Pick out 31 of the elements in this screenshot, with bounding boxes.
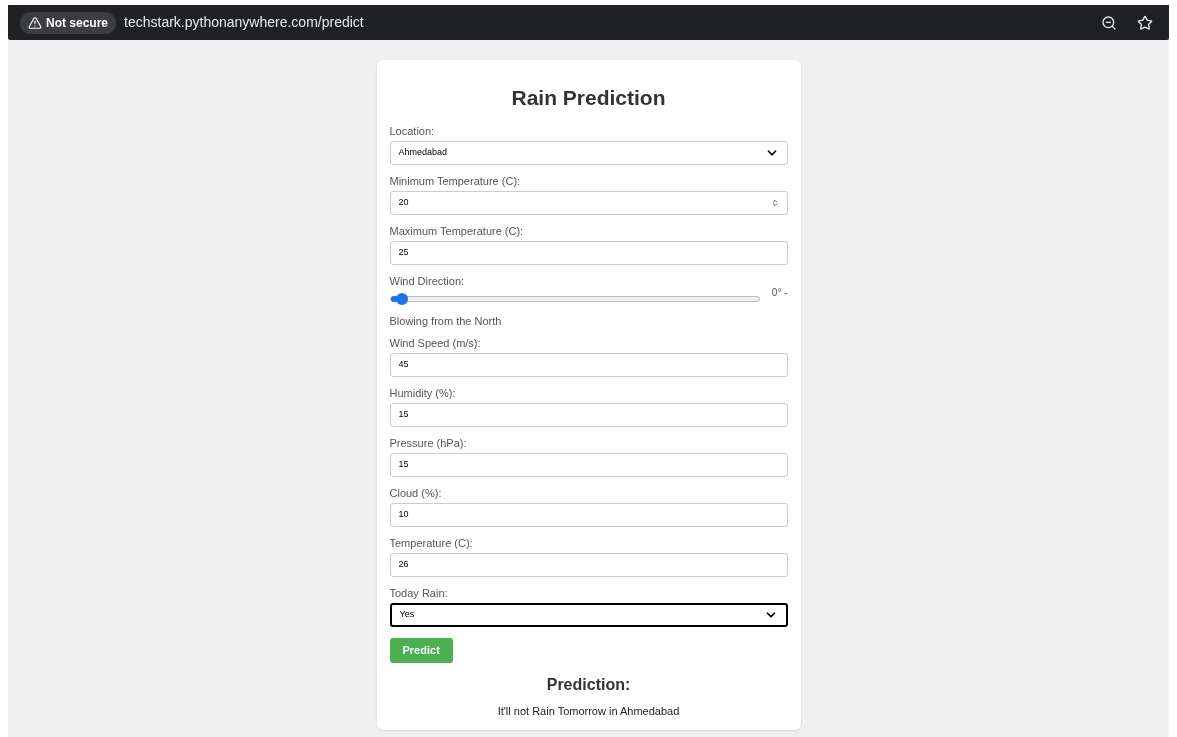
field-label: Wind Speed (m/s): — [389, 336, 482, 351]
slider[interactable] — [389, 296, 760, 302]
spinner-icon — [770, 199, 779, 207]
field-label: Temperature (C): — [389, 536, 474, 551]
slider-reading: 0° - — [771, 285, 788, 300]
star-icon[interactable] — [1137, 14, 1153, 31]
dropdown[interactable]: Ahmedabad — [389, 141, 788, 165]
field-label: Minimum Temperature (C): — [389, 174, 522, 189]
field-label: Wind Direction: — [389, 274, 466, 289]
input-field[interactable]: 26 — [389, 553, 788, 577]
zoom-out-icon[interactable] — [1101, 14, 1117, 31]
address-url[interactable]: techstark.pythonanywhere.com/predict — [124, 12, 364, 33]
dropdown[interactable]: Yes — [389, 603, 788, 627]
result-text: It'll not Rain Tomorrow in Ahmedabad — [496, 703, 681, 719]
warning-icon — [28, 15, 42, 30]
number-field[interactable]: 20 — [389, 191, 788, 215]
field-label: Pressure (hPa): — [389, 436, 468, 451]
field-label: Cloud (%): — [389, 486, 443, 501]
input-field[interactable]: 45 — [389, 353, 788, 377]
field-label: Location: — [389, 124, 436, 139]
field-label: Maximum Temperature (C): — [389, 224, 525, 239]
wind-description: Blowing from the North — [389, 315, 503, 327]
field-label: Today Rain: — [389, 586, 449, 601]
input-field[interactable]: 25 — [389, 241, 788, 265]
input-field[interactable]: 15 — [389, 453, 788, 477]
field-label: Humidity (%): — [389, 386, 457, 401]
input-field[interactable]: 10 — [389, 503, 788, 527]
input-field[interactable]: 15 — [389, 403, 788, 427]
security-badge[interactable]: Not secure — [20, 11, 117, 34]
page-title: Rain Prediction — [510, 85, 667, 111]
result-heading: Prediction: — [545, 674, 632, 695]
